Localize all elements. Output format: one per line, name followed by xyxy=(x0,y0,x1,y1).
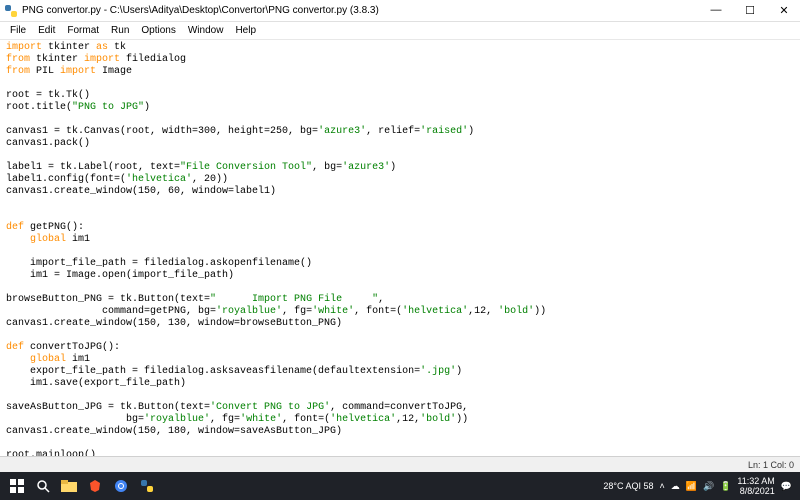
tray-chevron-icon[interactable]: ˄ xyxy=(660,481,665,491)
taskbar: 28°C AQI 58 ˄ ☁ 📶 🔊 🔋 11:32 AM 8/8/2021 … xyxy=(0,472,800,500)
idle-icon[interactable] xyxy=(134,474,160,498)
system-tray: 28°C AQI 58 ˄ ☁ 📶 🔊 🔋 11:32 AM 8/8/2021 … xyxy=(599,476,796,496)
weather-widget[interactable]: 28°C AQI 58 xyxy=(603,481,653,491)
menu-file[interactable]: File xyxy=(4,25,32,36)
python-icon xyxy=(4,4,18,18)
menu-format[interactable]: Format xyxy=(61,25,105,36)
brave-icon[interactable] xyxy=(82,474,108,498)
search-icon[interactable] xyxy=(30,474,56,498)
clock-time: 11:32 AM xyxy=(737,476,774,486)
file-explorer-icon[interactable] xyxy=(56,474,82,498)
clock[interactable]: 11:32 AM 8/8/2021 xyxy=(737,476,774,496)
menu-help[interactable]: Help xyxy=(229,25,262,36)
menu-edit[interactable]: Edit xyxy=(32,25,61,36)
chrome-icon[interactable] xyxy=(108,474,134,498)
menu-run[interactable]: Run xyxy=(105,25,135,36)
volume-icon[interactable]: 🔊 xyxy=(703,481,714,492)
battery-icon[interactable]: 🔋 xyxy=(720,481,731,492)
onedrive-icon[interactable]: ☁ xyxy=(671,481,680,492)
start-button[interactable] xyxy=(4,474,30,498)
close-button[interactable]: ✕ xyxy=(772,4,796,17)
clock-date: 8/8/2021 xyxy=(737,486,774,496)
wifi-icon[interactable]: 📶 xyxy=(686,481,697,492)
menu-options[interactable]: Options xyxy=(135,25,181,36)
titlebar: PNG convertor.py - C:\Users\Aditya\Deskt… xyxy=(0,0,800,22)
cursor-position: Ln: 1 Col: 0 xyxy=(748,460,794,470)
statusbar: Ln: 1 Col: 0 xyxy=(0,456,800,472)
menu-window[interactable]: Window xyxy=(182,25,230,36)
minimize-button[interactable]: — xyxy=(704,4,728,17)
window-title: PNG convertor.py - C:\Users\Aditya\Deskt… xyxy=(22,5,704,16)
window-controls: — ☐ ✕ xyxy=(704,4,796,17)
menubar: File Edit Format Run Options Window Help xyxy=(0,22,800,40)
maximize-button[interactable]: ☐ xyxy=(738,4,762,17)
notifications-icon[interactable]: 💬 xyxy=(781,481,792,492)
code-editor[interactable]: import tkinter as tk from tkinter import… xyxy=(0,40,800,456)
